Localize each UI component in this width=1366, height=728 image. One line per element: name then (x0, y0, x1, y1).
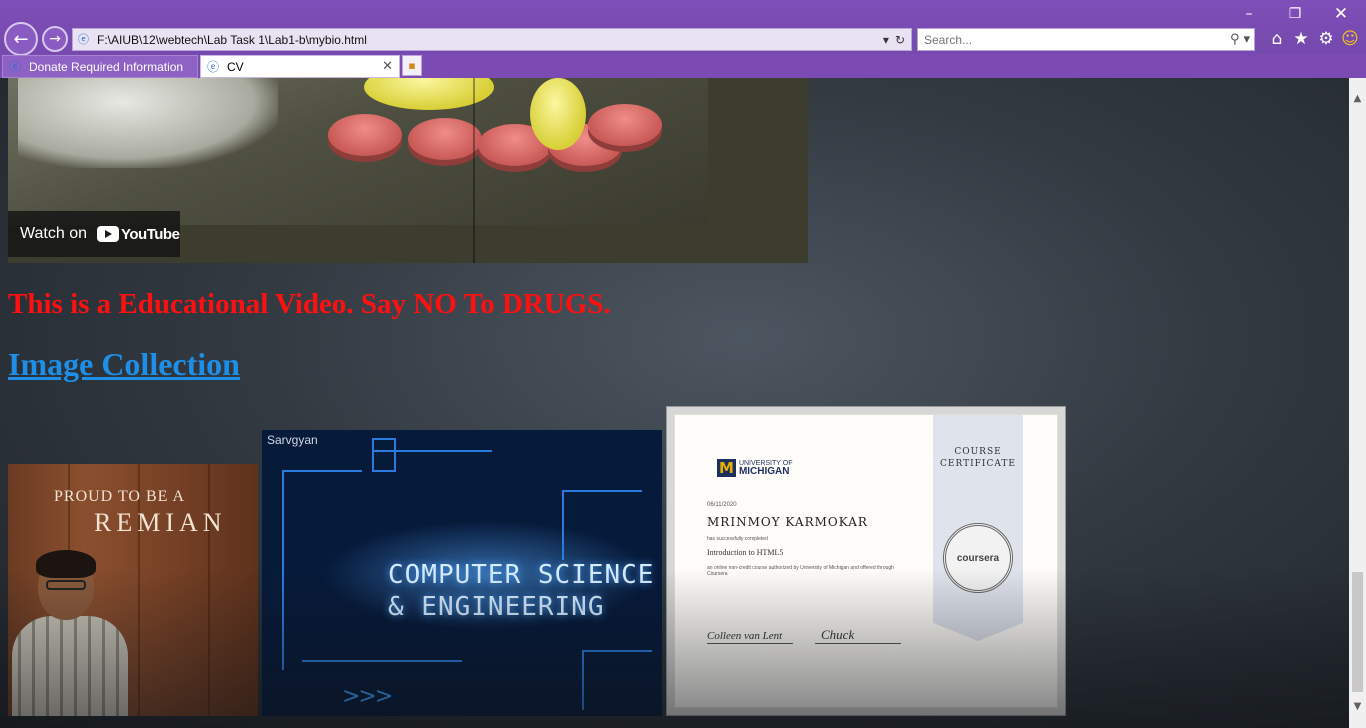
minimize-button[interactable]: – (1234, 4, 1264, 24)
search-dropdown-icon[interactable]: ▾ (1243, 32, 1250, 47)
signature-1: Colleen van Lent (707, 630, 783, 642)
umich-logo: M UNIVERSITY OF MICHIGAN (717, 459, 792, 477)
signature-2: Chuck (821, 627, 855, 642)
certificate-name: MRINMOY KARMOKAR (707, 515, 868, 529)
certificate-completed: has successfully completed (707, 536, 768, 542)
seal-text: coursera (956, 552, 1000, 564)
forward-button[interactable]: → (42, 26, 68, 52)
address-dropdown-icon[interactable]: ▾ (883, 33, 889, 47)
umich-m-icon: M (717, 459, 736, 477)
home-icon[interactable]: ⌂ (1267, 29, 1287, 49)
scroll-down-icon[interactable]: ▼ (1349, 698, 1366, 715)
watch-on-label: Watch on (20, 225, 87, 242)
cse-banner-image: Sarvgyan COMPUTER SCIENCE & ENGINEERING … (262, 430, 662, 716)
page-viewport: Watch on YouTube This is a Educational V… (0, 78, 1349, 728)
circuit-trace (562, 490, 564, 560)
chip-icon (372, 438, 396, 472)
search-icon[interactable]: ⚲ (1230, 32, 1240, 47)
banner-glow (322, 520, 652, 630)
circuit-trace (582, 650, 584, 710)
search-input[interactable] (918, 29, 1230, 50)
profile-photo: PROUD TO BE A REMIAN (8, 464, 258, 716)
image-collection-link[interactable]: Image Collection (8, 346, 240, 383)
wood-panel-line (208, 464, 210, 716)
signature-line (815, 643, 901, 644)
pill-shape (588, 104, 662, 146)
ribbon-line1: COURSE (954, 447, 1002, 457)
person-hair (36, 550, 96, 578)
address-bar[interactable]: ⓔ F:\AIUB\12\webtech\Lab Task 1\Lab1-b\m… (72, 28, 912, 51)
youtube-play-icon (97, 226, 119, 242)
refresh-icon[interactable]: ↻ (895, 33, 905, 47)
page-favicon-icon: ⓔ (78, 32, 89, 46)
certificate-date: 06/11/2020 (707, 502, 737, 508)
circuit-trace (302, 660, 462, 662)
tab-donate[interactable]: ⓔ Donate Required Information (2, 55, 198, 78)
certificate-course: Introduction to HTML5 (707, 548, 784, 557)
address-text[interactable]: F:\AIUB\12\webtech\Lab Task 1\Lab1-b\myb… (97, 33, 883, 47)
tab-strip: ⓔ Donate Required Information ⓔ CV ✕ (0, 54, 1366, 78)
smiley-feedback-icon[interactable]: ☺ (1340, 29, 1360, 49)
video-thumbnail (8, 78, 708, 225)
certificate-image: M UNIVERSITY OF MICHIGAN 06/11/2020 MRIN… (666, 406, 1066, 716)
coursera-seal-icon: coursera (943, 523, 1013, 593)
ribbon-line2: CERTIFICATE (940, 459, 1016, 469)
vertical-scrollbar[interactable]: ▲ ▼ (1349, 78, 1366, 728)
bag-shape (18, 78, 278, 168)
umich-wordmark: UNIVERSITY OF MICHIGAN (739, 460, 793, 477)
tab-label: Donate Required Information (29, 59, 184, 74)
capsule-shape (530, 78, 586, 150)
warning-heading: This is a Educational Video. Say NO To D… (8, 288, 611, 320)
person-shirt (12, 616, 128, 716)
photo-sign-line2: REMIAN (94, 508, 227, 537)
banner-arrows: >>> (342, 684, 393, 709)
glasses-icon (46, 580, 86, 590)
circuit-trace (282, 470, 362, 472)
divider (473, 78, 475, 263)
back-button[interactable]: ← (4, 22, 38, 56)
banner-line2: & ENGINEERING (388, 592, 605, 622)
watch-on-youtube-button[interactable]: Watch on YouTube (8, 211, 180, 257)
scroll-up-icon[interactable]: ▲ (1349, 90, 1366, 107)
banner-brand: Sarvgyan (267, 433, 318, 447)
ie-page-icon: ⓔ (207, 59, 220, 74)
certificate-description: an online non-credit course authorized b… (707, 565, 894, 577)
signature-line (707, 643, 793, 644)
youtube-video-embed[interactable]: Watch on YouTube (8, 78, 808, 263)
settings-gear-icon[interactable]: ⚙ (1316, 29, 1336, 49)
arrow-left-icon: ← (13, 28, 29, 50)
scrollbar-thumb[interactable] (1352, 572, 1363, 692)
certificate-paper: M UNIVERSITY OF MICHIGAN 06/11/2020 MRIN… (674, 414, 1058, 708)
umich-big: MICHIGAN (738, 465, 790, 477)
youtube-logo-icon: YouTube (97, 225, 180, 243)
close-window-button[interactable]: ✕ (1326, 4, 1356, 24)
close-tab-icon[interactable]: ✕ (382, 59, 393, 74)
circuit-trace (582, 650, 652, 652)
search-box[interactable]: ⚲ ▾ (917, 28, 1255, 51)
banner-line1: COMPUTER SCIENCE (388, 560, 655, 590)
pill-shape (408, 118, 482, 160)
arrow-right-icon: → (49, 31, 61, 47)
new-tab-button[interactable]: ▪ (402, 55, 422, 76)
favorites-star-icon[interactable]: ★ (1291, 29, 1311, 49)
circuit-trace (562, 490, 642, 492)
restore-button[interactable]: ❐ (1280, 4, 1310, 24)
circuit-trace (282, 470, 284, 670)
pill-shape (328, 114, 402, 156)
tab-cv[interactable]: ⓔ CV ✕ (200, 55, 400, 78)
ie-page-icon: ⓔ (9, 59, 22, 74)
browser-chrome: – ❐ ✕ ← → ⓔ F:\AIUB\12\webtech\Lab Task … (0, 0, 1366, 78)
photo-sign-line1: PROUD TO BE A (54, 488, 186, 505)
youtube-wordmark: YouTube (121, 225, 180, 243)
certificate-ribbon: COURSE CERTIFICATE coursera (933, 415, 1023, 641)
tab-label: CV (227, 59, 244, 74)
